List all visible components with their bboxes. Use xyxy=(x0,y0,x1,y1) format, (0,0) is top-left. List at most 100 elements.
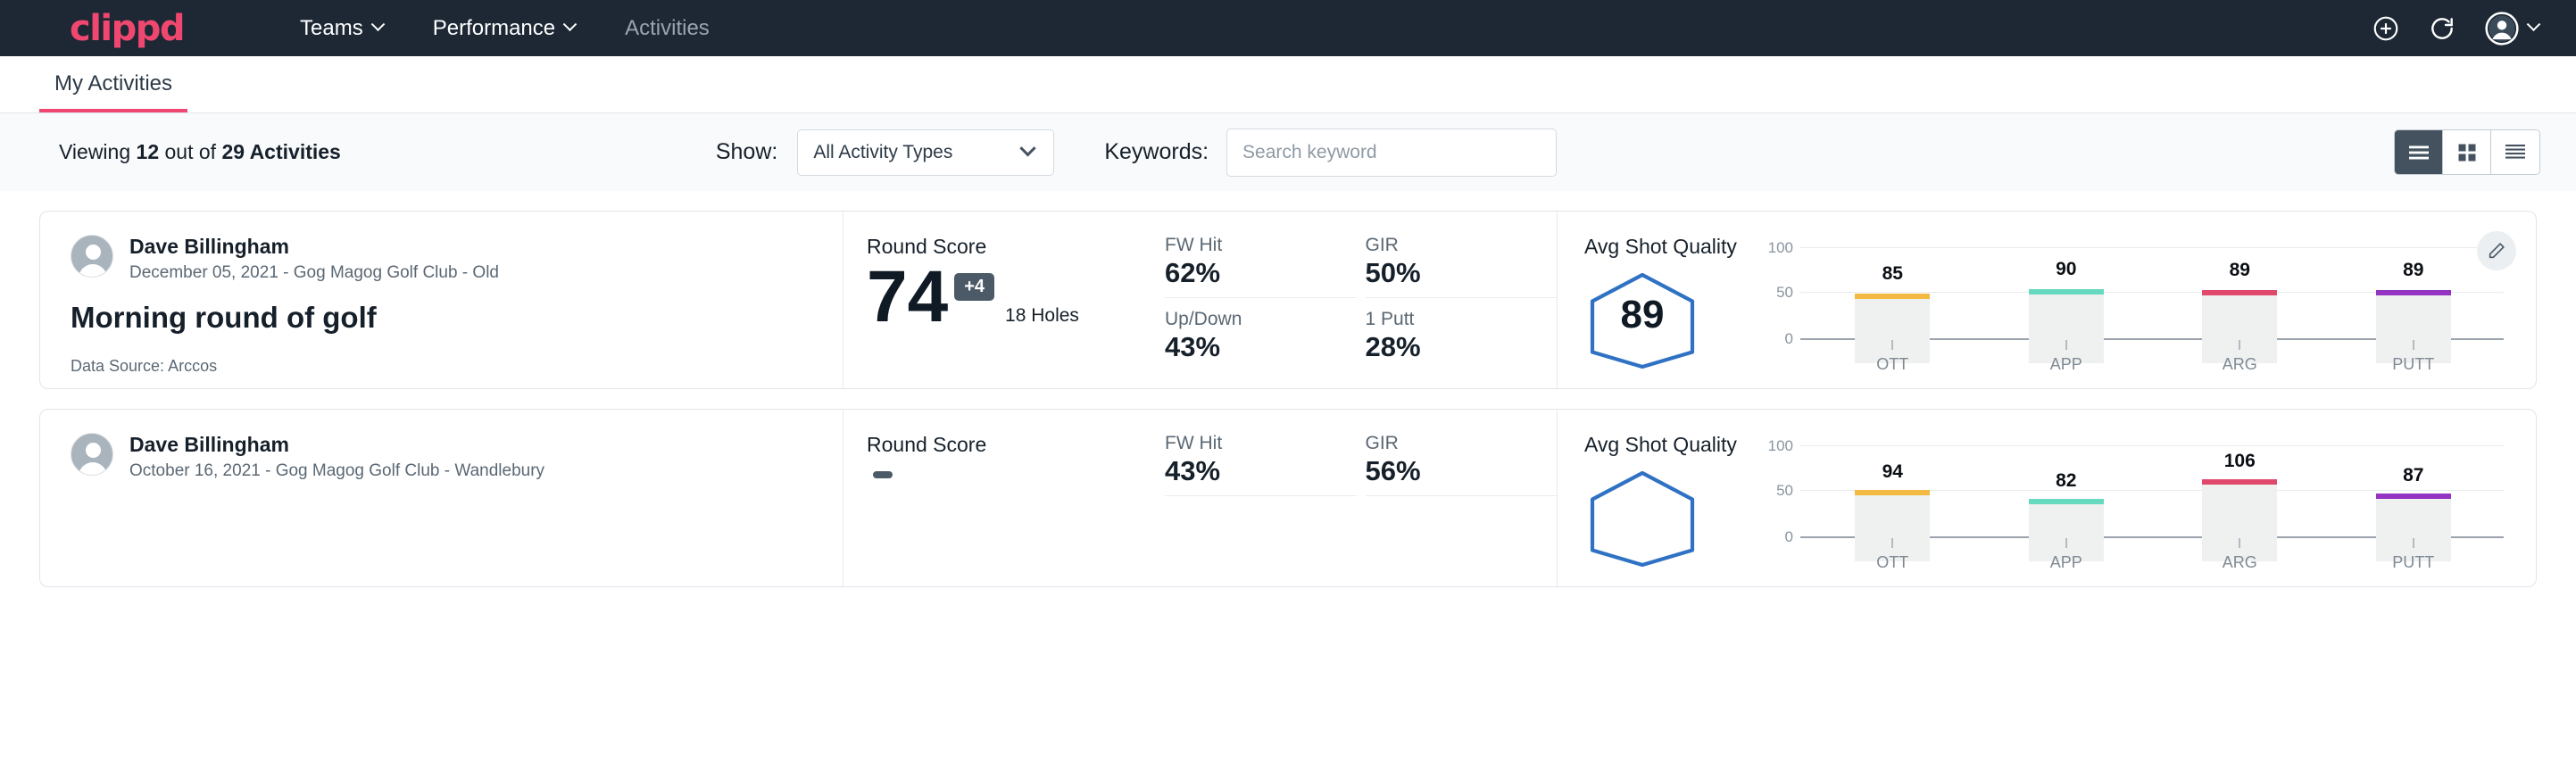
stat-fw-hit: FW Hit 62% xyxy=(1165,235,1357,298)
nav-item-performance[interactable]: Performance xyxy=(408,16,600,41)
player-name: Dave Billingham xyxy=(129,235,499,259)
bar-ott-value: 94 xyxy=(1855,461,1930,483)
bar-putt-value: 87 xyxy=(2376,465,2451,486)
round-score-section: Round Score xyxy=(843,410,1165,586)
activity-data-source: Data Source: Arccos xyxy=(71,357,843,376)
tab-bar: My Activities xyxy=(0,56,2576,113)
avg-shot-quality-section: Avg Shot Quality 100 50 0 xyxy=(1558,410,2536,586)
add-icon[interactable] xyxy=(2372,14,2400,43)
activity-type-select-value: All Activity Types xyxy=(813,142,952,163)
score-differential-badge: +4 xyxy=(954,273,994,301)
viewing-count: 12 xyxy=(137,140,160,163)
avg-shot-quality-label: Avg Shot Quality xyxy=(1584,235,1763,259)
keywords-label: Keywords: xyxy=(1104,139,1209,165)
view-mode-compact-button[interactable] xyxy=(2491,130,2539,174)
holes-played: 18 Holes xyxy=(1005,305,1079,327)
account-icon xyxy=(2484,11,2520,46)
show-filter-group: Show: All Activity Types xyxy=(716,129,1054,176)
stat-one-putt: 1 Putt 28% xyxy=(1366,309,1558,363)
filter-toolbar: Viewing 12 out of 29 Activities Show: Al… xyxy=(0,113,2576,191)
refresh-icon[interactable] xyxy=(2428,14,2456,43)
avg-shot-quality-label: Avg Shot Quality xyxy=(1584,433,1763,457)
viewing-middle: out of xyxy=(159,140,221,163)
search-input[interactable] xyxy=(1226,129,1557,177)
shot-quality-bar-chart: 100 50 0 94 82 xyxy=(1763,433,2536,586)
activity-list: Dave Billingham December 05, 2021 - Gog … xyxy=(0,211,2576,587)
stat-up-down-label: Up/Down xyxy=(1165,309,1330,330)
avatar xyxy=(71,235,113,278)
x-tick-putt: PUTT xyxy=(2376,340,2451,374)
view-mode-list-button[interactable] xyxy=(2395,130,2443,174)
stat-gir-value: 56% xyxy=(1366,455,1531,487)
tab-my-activities-label: My Activities xyxy=(54,71,172,95)
y-tick-100: 100 xyxy=(1763,437,1793,455)
stat-gir: GIR 50% xyxy=(1366,235,1558,298)
viewing-total: 29 Activities xyxy=(221,140,340,163)
x-tick-ott-label: OTT xyxy=(1855,355,1930,374)
nav-item-activities-label: Activities xyxy=(625,16,710,41)
tab-my-activities[interactable]: My Activities xyxy=(39,71,187,112)
activity-type-select[interactable]: All Activity Types xyxy=(797,129,1054,176)
x-tick-putt-label: PUTT xyxy=(2376,355,2451,374)
x-tick-app: APP xyxy=(2029,340,2104,374)
activity-meta: December 05, 2021 - Gog Magog Golf Club … xyxy=(129,263,499,283)
x-tick-app-label: APP xyxy=(2029,553,2104,572)
compact-view-icon xyxy=(2504,143,2527,162)
stat-fw-hit: FW Hit 43% xyxy=(1165,433,1357,496)
x-tick-arg-label: ARG xyxy=(2202,355,2277,374)
stat-up-down: Up/Down 43% xyxy=(1165,309,1357,363)
primary-nav: Teams Performance Activities xyxy=(275,16,735,41)
x-tick-putt-label: PUTT xyxy=(2376,553,2451,572)
activity-meta: October 16, 2021 - Gog Magog Golf Club -… xyxy=(129,461,544,481)
bar-putt-value: 89 xyxy=(2376,260,2451,281)
round-score-label: Round Score xyxy=(867,433,1165,457)
stat-gir-value: 50% xyxy=(1366,257,1531,289)
bar-ott-value: 85 xyxy=(1855,263,1930,285)
app-logo[interactable]: clippd xyxy=(70,8,184,49)
player-name: Dave Billingham xyxy=(129,433,544,457)
nav-item-teams[interactable]: Teams xyxy=(275,16,408,41)
score-differential-badge xyxy=(873,471,893,478)
x-tick-putt: PUTT xyxy=(2376,538,2451,572)
activity-stats-grid: FW Hit 43% GIR 56% xyxy=(1165,410,1558,586)
nav-item-activities[interactable]: Activities xyxy=(600,16,735,41)
stat-one-putt-label: 1 Putt xyxy=(1366,309,1531,330)
avg-shot-quality-value: 89 xyxy=(1584,293,1700,337)
x-tick-ott: OTT xyxy=(1855,340,1930,374)
activity-title: Morning round of golf xyxy=(71,301,843,335)
chevron-down-icon xyxy=(563,17,578,31)
activity-summary: Dave Billingham October 16, 2021 - Gog M… xyxy=(40,410,843,586)
nav-item-performance-label: Performance xyxy=(433,16,555,41)
viewing-prefix: Viewing xyxy=(59,140,137,163)
avatar xyxy=(71,433,113,476)
stat-up-down-value: 43% xyxy=(1165,331,1330,363)
top-navigation-bar: clippd Teams Performance Activities xyxy=(0,0,2576,56)
activity-card[interactable]: Dave Billingham December 05, 2021 - Gog … xyxy=(39,211,2537,389)
x-tick-ott-label: OTT xyxy=(1855,553,1930,572)
pencil-icon xyxy=(2487,241,2506,261)
y-tick-0: 0 xyxy=(1763,330,1793,348)
bar-arg-value: 89 xyxy=(2202,260,2277,281)
viewing-count-text: Viewing 12 out of 29 Activities xyxy=(59,140,341,164)
activity-author: Dave Billingham December 05, 2021 - Gog … xyxy=(71,235,843,283)
account-menu[interactable] xyxy=(2484,11,2539,46)
list-view-icon xyxy=(2407,144,2431,162)
grid-view-icon xyxy=(2456,142,2478,163)
round-score-label: Round Score xyxy=(867,235,1165,259)
view-mode-grid-button[interactable] xyxy=(2443,130,2491,174)
activity-card[interactable]: Dave Billingham October 16, 2021 - Gog M… xyxy=(39,409,2537,587)
edit-activity-button[interactable] xyxy=(2477,231,2516,270)
activity-author: Dave Billingham October 16, 2021 - Gog M… xyxy=(71,433,843,481)
x-tick-arg-label: ARG xyxy=(2202,553,2277,572)
stat-fw-hit-value: 62% xyxy=(1165,257,1330,289)
x-tick-app: APP xyxy=(2029,538,2104,572)
avg-shot-quality-section: Avg Shot Quality 89 100 50 0 xyxy=(1558,212,2536,388)
round-score-value: 74 xyxy=(867,262,948,332)
stat-fw-hit-value: 43% xyxy=(1165,455,1330,487)
stat-fw-hit-label: FW Hit xyxy=(1165,433,1330,454)
shot-quality-hexagon xyxy=(1584,468,1700,570)
chevron-down-icon xyxy=(1020,140,1036,156)
view-mode-toggle-group xyxy=(2394,129,2540,175)
stat-gir: GIR 56% xyxy=(1366,433,1558,496)
activity-stats-grid: FW Hit 62% GIR 50% Up/Down 43% 1 Putt 28… xyxy=(1165,212,1558,388)
